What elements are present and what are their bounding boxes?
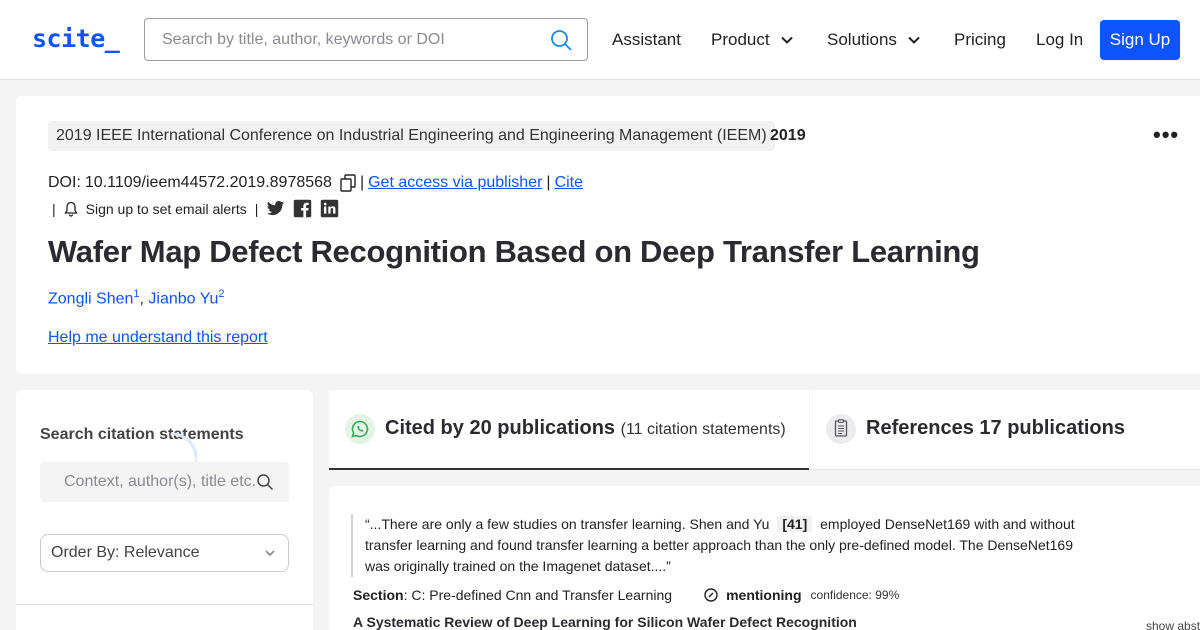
tab-references-label: References 17 publications xyxy=(866,417,1125,439)
divider xyxy=(16,604,313,605)
doi-label: DOI: xyxy=(48,174,81,191)
tab-references[interactable]: References 17 publications xyxy=(810,390,1200,470)
citation-statement-card: “...There are only a few studies on tran… xyxy=(329,486,1200,630)
nav-assistant[interactable]: Assistant xyxy=(612,30,681,50)
linkedin-icon[interactable] xyxy=(320,199,339,218)
citation-quote: “...There are only a few studies on tran… xyxy=(351,514,1081,577)
reference-badge[interactable]: [41] xyxy=(777,516,813,532)
chevron-down-icon xyxy=(908,36,920,44)
separator: | xyxy=(359,174,365,191)
cite-link[interactable]: Cite xyxy=(555,174,583,192)
citation-sidebar: Search citation statements Order By: Rel… xyxy=(16,390,313,630)
cited-count-label: Cited by 20 publications xyxy=(385,417,616,439)
mentioning-icon xyxy=(704,588,718,602)
author-affiliation: 1 xyxy=(133,288,140,300)
order-by-select[interactable]: Order By: Relevance xyxy=(40,534,289,572)
doi-row: DOI: 10.1109/ieem44572.2019.8978568 | Ge… xyxy=(48,174,583,192)
report-card: 2019 IEEE International Conference on In… xyxy=(16,96,1200,374)
section-label: Section xyxy=(353,587,404,603)
citation-search-input[interactable] xyxy=(40,462,289,502)
nav-solutions-label: Solutions xyxy=(827,30,897,49)
separator: | xyxy=(52,200,56,217)
author-link[interactable]: Jianbo Yu xyxy=(148,290,218,307)
help-understand-link[interactable]: Help me understand this report xyxy=(48,329,268,347)
publication-year: 2019 xyxy=(770,127,806,144)
top-header: scite_ Assistant Product Solutions Prici… xyxy=(0,0,1200,80)
chat-bubble-icon xyxy=(345,414,375,444)
email-alert-link[interactable]: Sign up to set email alerts xyxy=(86,201,247,217)
nav-pricing[interactable]: Pricing xyxy=(954,30,1006,50)
author-list: Zongli Shen1, Jianbo Yu2 xyxy=(48,288,225,308)
twitter-icon[interactable] xyxy=(266,199,285,218)
report-title: Wafer Map Defect Recognition Based on De… xyxy=(48,234,980,269)
chevron-down-icon xyxy=(780,36,793,44)
tab-cited-by[interactable]: Cited by 20 publications (11 citation st… xyxy=(329,390,809,470)
author-link[interactable]: Zongli Shen xyxy=(48,290,133,307)
doi-value: 10.1109/ieem44572.2019.8978568 xyxy=(84,174,332,191)
separator: | xyxy=(254,200,259,217)
search-box[interactable] xyxy=(144,18,588,61)
get-access-link[interactable]: Get access via publisher xyxy=(368,174,542,192)
nav-product[interactable]: Product xyxy=(711,30,794,50)
nav-product-label: Product xyxy=(711,30,770,49)
show-abstract-link[interactable]: show abst xyxy=(1146,619,1200,630)
sidebar-title: Search citation statements xyxy=(40,426,244,443)
separator: | xyxy=(546,174,551,191)
nav-pricing-label: Pricing xyxy=(954,30,1006,49)
bell-icon[interactable] xyxy=(63,201,78,217)
section-value: : C: Pre-defined Cnn and Transfer Learni… xyxy=(403,587,673,603)
signup-button[interactable]: Sign Up xyxy=(1100,20,1180,60)
nav-assistant-label: Assistant xyxy=(612,30,681,49)
facebook-icon[interactable] xyxy=(293,199,312,218)
quote-text-before: “...There are only a few studies on tran… xyxy=(365,516,770,532)
more-options-icon[interactable]: ••• xyxy=(1153,122,1179,148)
author-affiliation: 2 xyxy=(218,288,225,300)
confidence-value: confidence: 99% xyxy=(810,588,900,602)
document-icon xyxy=(826,414,856,444)
citing-paper-title[interactable]: A Systematic Review of Deep Learning for… xyxy=(353,614,857,630)
nav-login[interactable]: Log In xyxy=(1036,30,1083,50)
scite-logo[interactable]: scite_ xyxy=(32,24,120,53)
tab-cited-label: Cited by 20 publications (11 citation st… xyxy=(385,417,786,440)
copy-icon[interactable] xyxy=(340,174,356,192)
search-icon[interactable] xyxy=(256,473,274,491)
nav-login-label: Log In xyxy=(1036,30,1084,49)
search-input[interactable] xyxy=(162,19,542,60)
search-icon[interactable] xyxy=(549,28,573,52)
venue-badge: 2019 IEEE International Conference on In… xyxy=(48,121,775,151)
chevron-down-icon xyxy=(265,550,275,557)
citation-statements-count: (11 citation statements) xyxy=(620,421,786,438)
citation-meta: Section : C: Pre-defined Cnn and Transfe… xyxy=(353,587,899,603)
nav-solutions[interactable]: Solutions xyxy=(827,30,921,50)
order-by-value: Order By: Relevance xyxy=(51,544,200,561)
alert-row: | Sign up to set email alerts | xyxy=(52,199,339,218)
citation-type: mentioning xyxy=(726,587,802,603)
